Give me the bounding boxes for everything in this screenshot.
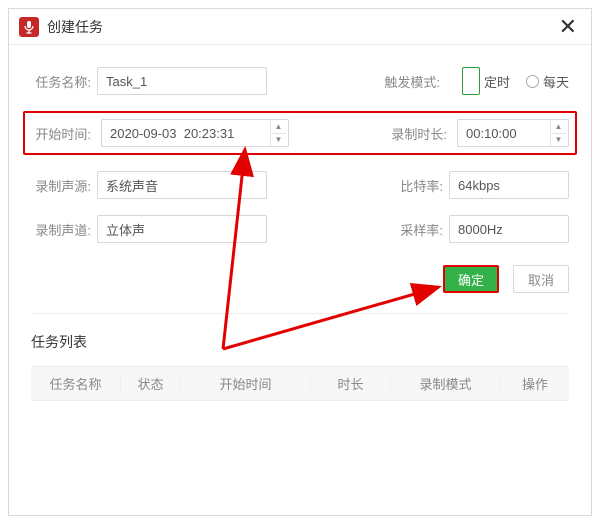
label-source: 录制声源: bbox=[31, 176, 91, 195]
label-samplerate: 采样率: bbox=[383, 220, 443, 239]
col-name: 任务名称 bbox=[31, 374, 121, 393]
form-area: 任务名称: 触发模式: 定时 每天 开始时间: bbox=[9, 45, 591, 243]
duration-up[interactable]: ▲ bbox=[551, 120, 566, 134]
row-source-bitrate: 录制声源: 系统声音 比特率: 64kbps bbox=[31, 171, 569, 199]
channel-select[interactable]: 立体声 bbox=[97, 215, 267, 243]
create-task-dialog: 创建任务 ✕ 任务名称: 触发模式: 定时 每天 bbox=[8, 8, 592, 516]
source-select[interactable]: 系统声音 bbox=[97, 171, 267, 199]
start-time-input[interactable] bbox=[102, 120, 270, 146]
radio-timed-label: 定时 bbox=[484, 72, 510, 91]
col-mode: 录制模式 bbox=[391, 374, 501, 393]
start-time-stepper[interactable]: ▲ ▼ bbox=[101, 119, 289, 147]
radio-dot-icon bbox=[526, 75, 539, 88]
label-trigger-mode: 触发模式: bbox=[384, 72, 440, 91]
col-op: 操作 bbox=[501, 374, 569, 393]
label-start-time: 开始时间: bbox=[31, 124, 91, 143]
col-start: 开始时间 bbox=[181, 374, 311, 393]
radio-daily-label: 每天 bbox=[543, 72, 569, 91]
label-bitrate: 比特率: bbox=[383, 176, 443, 195]
titlebar: 创建任务 ✕ bbox=[9, 9, 591, 45]
task-table: 任务名称 状态 开始时间 时长 录制模式 操作 bbox=[31, 366, 569, 401]
row-start-duration-highlighted: 开始时间: ▲ ▼ 录制时长: ▲ ▼ bbox=[23, 111, 577, 155]
row-channel-samplerate: 录制声道: 立体声 采样率: 8000Hz bbox=[31, 215, 569, 243]
ok-button[interactable]: 确定 bbox=[443, 265, 499, 293]
task-list-title: 任务列表 bbox=[9, 332, 591, 366]
trigger-mode-group: 触发模式: 定时 每天 bbox=[384, 67, 569, 95]
duration-input[interactable] bbox=[458, 120, 550, 146]
start-time-up[interactable]: ▲ bbox=[271, 120, 286, 134]
close-button[interactable]: ✕ bbox=[555, 16, 581, 38]
label-duration: 录制时长: bbox=[387, 124, 447, 143]
bitrate-select[interactable]: 64kbps bbox=[449, 171, 569, 199]
app-mic-icon bbox=[19, 17, 39, 37]
label-task-name: 任务名称: bbox=[31, 72, 91, 91]
col-status: 状态 bbox=[121, 374, 181, 393]
start-time-down[interactable]: ▼ bbox=[271, 134, 286, 147]
duration-down[interactable]: ▼ bbox=[551, 134, 566, 147]
divider bbox=[31, 313, 569, 314]
dialog-actions: 确定 取消 bbox=[9, 265, 591, 293]
cancel-button[interactable]: 取消 bbox=[513, 265, 569, 293]
radio-dot-icon bbox=[462, 67, 480, 95]
task-name-input[interactable] bbox=[97, 67, 267, 95]
radio-daily[interactable]: 每天 bbox=[526, 72, 569, 91]
radio-timed[interactable]: 定时 bbox=[462, 67, 510, 95]
col-duration: 时长 bbox=[311, 374, 391, 393]
duration-stepper[interactable]: ▲ ▼ bbox=[457, 119, 569, 147]
row-task-name: 任务名称: 触发模式: 定时 每天 bbox=[31, 67, 569, 95]
label-channel: 录制声道: bbox=[31, 220, 91, 239]
task-table-header: 任务名称 状态 开始时间 时长 录制模式 操作 bbox=[31, 367, 569, 401]
dialog-title: 创建任务 bbox=[47, 17, 555, 37]
samplerate-select[interactable]: 8000Hz bbox=[449, 215, 569, 243]
